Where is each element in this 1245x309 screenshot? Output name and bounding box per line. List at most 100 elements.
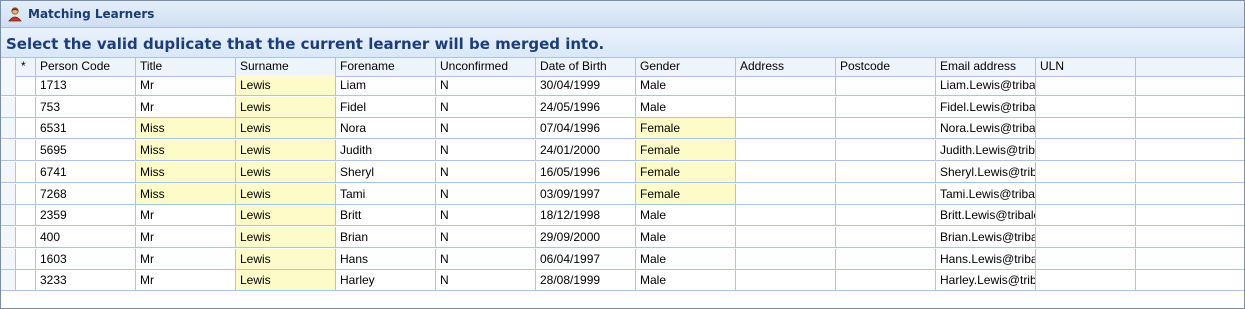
- address-cell[interactable]: [736, 118, 836, 139]
- table-row[interactable]: 1713 Mr Lewis Liam N 30/04/1999 Male Liam.Lewis…: [1, 75, 1244, 96]
- row-marker-cell[interactable]: [16, 248, 36, 269]
- unconfirmed-cell[interactable]: N: [436, 96, 536, 117]
- gender-cell[interactable]: Male: [636, 75, 736, 95]
- date-of-birth-cell[interactable]: 03/09/1997: [536, 183, 636, 204]
- surname-cell[interactable]: Lewis: [236, 248, 336, 269]
- row-selector[interactable]: [1, 270, 16, 291]
- column-header-gender[interactable]: Gender: [636, 58, 736, 76]
- row-selector[interactable]: [1, 226, 16, 247]
- unconfirmed-cell[interactable]: N: [436, 118, 536, 139]
- surname-cell[interactable]: Lewis: [236, 118, 336, 139]
- row-marker-cell[interactable]: [16, 161, 36, 182]
- unconfirmed-cell[interactable]: N: [436, 270, 536, 291]
- gender-cell[interactable]: Female: [636, 118, 736, 139]
- column-header-new-row[interactable]: *: [16, 58, 36, 76]
- surname-cell[interactable]: Lewis: [236, 140, 336, 161]
- forename-cell[interactable]: Sheryl: [336, 161, 436, 182]
- row-marker-cell[interactable]: [16, 118, 36, 139]
- gender-cell[interactable]: Male: [636, 270, 736, 291]
- person-code-cell[interactable]: 400: [36, 226, 136, 247]
- uln-cell[interactable]: [1036, 75, 1136, 95]
- unconfirmed-cell[interactable]: N: [436, 161, 536, 182]
- row-marker-cell[interactable]: [16, 75, 36, 95]
- table-row[interactable]: 5695 Miss Lewis Judith N 24/01/2000 Female Judi…: [1, 140, 1244, 162]
- date-of-birth-cell[interactable]: 28/08/1999: [536, 270, 636, 291]
- date-of-birth-cell[interactable]: 24/05/1996: [536, 96, 636, 117]
- forename-cell[interactable]: Liam: [336, 75, 436, 95]
- uln-cell[interactable]: [1036, 270, 1136, 291]
- row-marker-cell[interactable]: [16, 226, 36, 247]
- uln-cell[interactable]: [1036, 226, 1136, 247]
- row-selector[interactable]: [1, 96, 16, 117]
- surname-cell[interactable]: Lewis: [236, 75, 336, 95]
- postcode-cell[interactable]: [836, 96, 936, 117]
- gender-cell[interactable]: Female: [636, 183, 736, 204]
- date-of-birth-cell[interactable]: 07/04/1996: [536, 118, 636, 139]
- learners-grid[interactable]: * Person Code Title Surname Forename Unc…: [1, 57, 1244, 295]
- gender-cell[interactable]: Male: [636, 96, 736, 117]
- email-address-cell[interactable]: Sheryl.Lewis@triba: [936, 161, 1036, 182]
- forename-cell[interactable]: Brian: [336, 226, 436, 247]
- column-header-date-of-birth[interactable]: Date of Birth: [536, 58, 636, 76]
- email-address-cell[interactable]: Tami.Lewis@tribal: [936, 183, 1036, 204]
- unconfirmed-cell[interactable]: N: [436, 248, 536, 269]
- title-cell[interactable]: Miss: [136, 140, 236, 161]
- unconfirmed-cell[interactable]: N: [436, 205, 536, 226]
- row-marker-cell[interactable]: [16, 270, 36, 291]
- surname-cell[interactable]: Lewis: [236, 226, 336, 247]
- table-row[interactable]: 6531 Miss Lewis Nora N 07/04/1996 Female Nora.L…: [1, 118, 1244, 140]
- forename-cell[interactable]: Hans: [336, 248, 436, 269]
- person-code-cell[interactable]: 6531: [36, 118, 136, 139]
- address-cell[interactable]: [736, 226, 836, 247]
- title-cell[interactable]: Mr: [136, 226, 236, 247]
- row-selector[interactable]: [1, 248, 16, 269]
- uln-cell[interactable]: [1036, 161, 1136, 182]
- uln-cell[interactable]: [1036, 248, 1136, 269]
- row-selector[interactable]: [1, 118, 16, 139]
- title-cell[interactable]: Mr: [136, 270, 236, 291]
- postcode-cell[interactable]: [836, 118, 936, 139]
- email-address-cell[interactable]: Fidel.Lewis@tribal: [936, 96, 1036, 117]
- person-code-cell[interactable]: 7268: [36, 183, 136, 204]
- title-cell[interactable]: Miss: [136, 183, 236, 204]
- column-header-title[interactable]: Title: [136, 58, 236, 76]
- person-code-cell[interactable]: 3233: [36, 270, 136, 291]
- gender-cell[interactable]: Female: [636, 161, 736, 182]
- date-of-birth-cell[interactable]: 29/09/2000: [536, 226, 636, 247]
- uln-cell[interactable]: [1036, 118, 1136, 139]
- row-marker-cell[interactable]: [16, 183, 36, 204]
- address-cell[interactable]: [736, 205, 836, 226]
- address-cell[interactable]: [736, 75, 836, 95]
- gender-cell[interactable]: Female: [636, 140, 736, 161]
- date-of-birth-cell[interactable]: 24/01/2000: [536, 140, 636, 161]
- gender-cell[interactable]: Male: [636, 248, 736, 269]
- uln-cell[interactable]: [1036, 183, 1136, 204]
- forename-cell[interactable]: Judith: [336, 140, 436, 161]
- title-cell[interactable]: Miss: [136, 118, 236, 139]
- person-code-cell[interactable]: 1603: [36, 248, 136, 269]
- email-address-cell[interactable]: Hans.Lewis@tribal: [936, 248, 1036, 269]
- date-of-birth-cell[interactable]: 18/12/1998: [536, 205, 636, 226]
- row-selector[interactable]: [1, 205, 16, 226]
- title-cell[interactable]: Mr: [136, 75, 236, 95]
- forename-cell[interactable]: Harley: [336, 270, 436, 291]
- column-header-address[interactable]: Address: [736, 58, 836, 76]
- uln-cell[interactable]: [1036, 205, 1136, 226]
- address-cell[interactable]: [736, 248, 836, 269]
- row-marker-cell[interactable]: [16, 96, 36, 117]
- address-cell[interactable]: [736, 161, 836, 182]
- row-selector[interactable]: [1, 183, 16, 204]
- forename-cell[interactable]: Fidel: [336, 96, 436, 117]
- surname-cell[interactable]: Lewis: [236, 96, 336, 117]
- address-cell[interactable]: [736, 96, 836, 117]
- surname-cell[interactable]: Lewis: [236, 205, 336, 226]
- date-of-birth-cell[interactable]: 06/04/1997: [536, 248, 636, 269]
- postcode-cell[interactable]: [836, 161, 936, 182]
- uln-cell[interactable]: [1036, 96, 1136, 117]
- forename-cell[interactable]: Tami: [336, 183, 436, 204]
- forename-cell[interactable]: Nora: [336, 118, 436, 139]
- postcode-cell[interactable]: [836, 140, 936, 161]
- person-code-cell[interactable]: 2359: [36, 205, 136, 226]
- column-header-person-code[interactable]: Person Code: [36, 58, 136, 76]
- postcode-cell[interactable]: [836, 205, 936, 226]
